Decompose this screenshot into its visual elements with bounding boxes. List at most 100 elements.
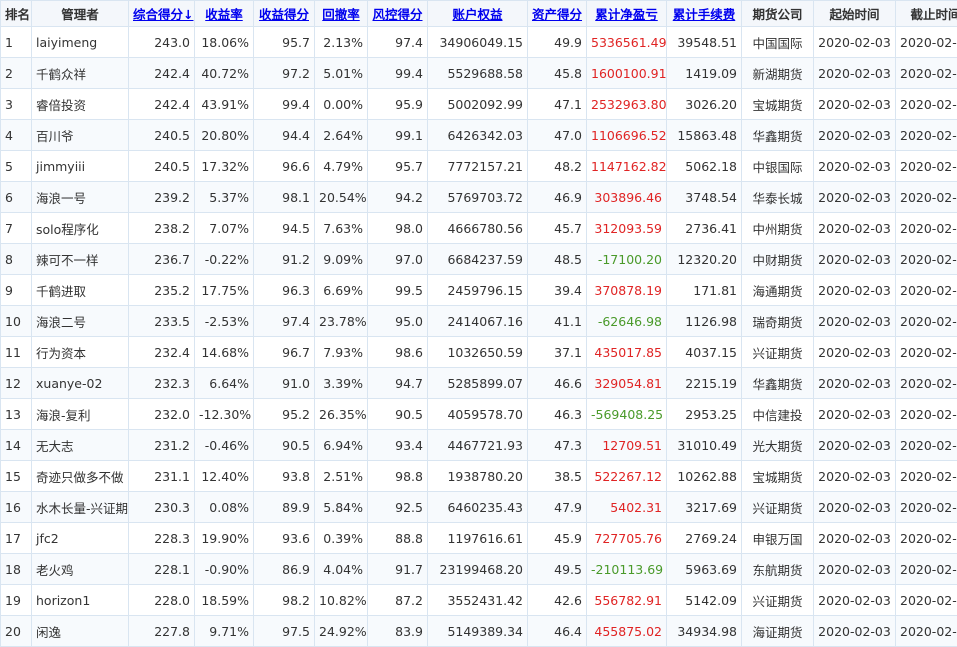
cell-manager: jfc2 (31, 522, 129, 554)
column-header-composite[interactable]: 综合得分↓ (128, 0, 195, 27)
cell-start: 2020-02-03 (813, 460, 896, 492)
cell-manager: 海浪一号 (31, 181, 129, 213)
cell-start: 2020-02-03 (813, 398, 896, 430)
cell-return-rate: -0.22% (194, 243, 254, 275)
cell-fees: 171.81 (666, 274, 742, 306)
cell-company: 兴证期货 (741, 584, 814, 616)
column-header-asset-score[interactable]: 资产得分 (527, 0, 587, 27)
cell-end: 2020-02-11 (895, 584, 957, 616)
cell-company: 中财期货 (741, 243, 814, 275)
cell-fees: 39548.51 (666, 26, 742, 58)
cell-start: 2020-02-03 (813, 429, 896, 461)
table-row: 20 闲逸 227.8 9.71% 97.5 24.92% 83.9 5149389.34 46… (0, 615, 957, 647)
cell-fees: 12320.20 (666, 243, 742, 275)
cell-equity: 7772157.21 (427, 150, 528, 182)
table-row: 9 千鹤进取 235.2 17.75% 96.3 6.69% 99.5 2459796.15 3… (0, 274, 957, 306)
cell-asset-score: 47.0 (527, 119, 587, 151)
table-row: 17 jfc2 228.3 19.90% 93.6 0.39% 88.8 1197616.61… (0, 522, 957, 554)
cell-risk-score: 99.5 (367, 274, 428, 306)
cell-net-pnl: -17100.20 (586, 243, 667, 275)
cell-equity: 1032650.59 (427, 336, 528, 368)
cell-start: 2020-02-03 (813, 336, 896, 368)
cell-drawdown: 2.51% (314, 460, 368, 492)
column-header-risk-score[interactable]: 风控得分 (367, 0, 428, 27)
cell-risk-score: 93.4 (367, 429, 428, 461)
cell-equity: 5002092.99 (427, 88, 528, 120)
cell-rank: 17 (0, 522, 32, 554)
cell-fees: 5062.18 (666, 150, 742, 182)
cell-rank: 18 (0, 553, 32, 585)
cell-risk-score: 94.7 (367, 367, 428, 399)
cell-rank: 15 (0, 460, 32, 492)
cell-net-pnl: 727705.76 (586, 522, 667, 554)
column-header-net-pnl[interactable]: 累计净盈亏 (586, 0, 667, 27)
cell-net-pnl: 435017.85 (586, 336, 667, 368)
cell-composite: 230.3 (128, 491, 195, 523)
cell-fees: 1126.98 (666, 305, 742, 337)
cell-end: 2020-02-11 (895, 522, 957, 554)
cell-fees: 31010.49 (666, 429, 742, 461)
cell-net-pnl: -62646.98 (586, 305, 667, 337)
cell-manager: 辣可不一样 (31, 243, 129, 275)
cell-end: 2020-02-11 (895, 274, 957, 306)
cell-manager: 奇迹只做多不做 (31, 460, 129, 492)
column-header-fees[interactable]: 累计手续费 (666, 0, 742, 27)
cell-rank: 7 (0, 212, 32, 244)
cell-return-score: 94.4 (253, 119, 315, 151)
cell-net-pnl: 5336561.49 (586, 26, 667, 58)
cell-fees: 10262.88 (666, 460, 742, 492)
cell-composite: 235.2 (128, 274, 195, 306)
cell-asset-score: 42.6 (527, 584, 587, 616)
cell-end: 2020-02-11 (895, 57, 957, 89)
cell-rank: 10 (0, 305, 32, 337)
cell-risk-score: 92.5 (367, 491, 428, 523)
cell-equity: 4666780.56 (427, 212, 528, 244)
cell-equity: 5769703.72 (427, 181, 528, 213)
cell-return-rate: 9.71% (194, 615, 254, 647)
cell-drawdown: 7.63% (314, 212, 368, 244)
cell-risk-score: 95.9 (367, 88, 428, 120)
cell-manager: 海浪-复利 (31, 398, 129, 430)
cell-return-score: 93.8 (253, 460, 315, 492)
cell-composite: 231.2 (128, 429, 195, 461)
cell-start: 2020-02-03 (813, 119, 896, 151)
cell-drawdown: 5.84% (314, 491, 368, 523)
table-row: 3 睿倍投资 242.4 43.91% 99.4 0.00% 95.9 5002092.99 4… (0, 88, 957, 120)
column-header-return-rate[interactable]: 收益率 (194, 0, 254, 27)
cell-return-rate: 5.37% (194, 181, 254, 213)
cell-risk-score: 97.0 (367, 243, 428, 275)
cell-composite: 243.0 (128, 26, 195, 58)
cell-rank: 2 (0, 57, 32, 89)
column-header-company: 期货公司 (741, 0, 814, 27)
cell-composite: 240.5 (128, 119, 195, 151)
column-header-equity[interactable]: 账户权益 (427, 0, 528, 27)
table-row: 18 老火鸡 228.1 -0.90% 86.9 4.04% 91.7 23199468.20… (0, 553, 957, 585)
cell-start: 2020-02-03 (813, 150, 896, 182)
cell-net-pnl: 303896.46 (586, 181, 667, 213)
cell-manager: jimmyiii (31, 150, 129, 182)
cell-return-rate: 17.32% (194, 150, 254, 182)
cell-fees: 5142.09 (666, 584, 742, 616)
cell-end: 2020-02-11 (895, 243, 957, 275)
cell-return-rate: 18.59% (194, 584, 254, 616)
table-row: 2 千鹤众祥 242.4 40.72% 97.2 5.01% 99.4 5529688.58 4… (0, 57, 957, 89)
column-header-drawdown[interactable]: 回撤率 (314, 0, 368, 27)
cell-risk-score: 98.8 (367, 460, 428, 492)
cell-risk-score: 97.4 (367, 26, 428, 58)
cell-return-score: 97.2 (253, 57, 315, 89)
cell-risk-score: 99.4 (367, 57, 428, 89)
cell-composite: 239.2 (128, 181, 195, 213)
cell-asset-score: 45.8 (527, 57, 587, 89)
table-row: 13 海浪-复利 232.0 -12.30% 95.2 26.35% 90.5 4059578… (0, 398, 957, 430)
cell-return-rate: -0.90% (194, 553, 254, 585)
table-row: 5 jimmyiii 240.5 17.32% 96.6 4.79% 95.7 7772157… (0, 150, 957, 182)
cell-equity: 6460235.43 (427, 491, 528, 523)
cell-end: 2020-02-11 (895, 491, 957, 523)
column-header-return-score[interactable]: 收益得分 (253, 0, 315, 27)
cell-net-pnl: 1106696.52 (586, 119, 667, 151)
cell-drawdown: 2.64% (314, 119, 368, 151)
cell-company: 中银国际 (741, 150, 814, 182)
cell-return-rate: 0.08% (194, 491, 254, 523)
cell-company: 华泰长城 (741, 181, 814, 213)
cell-net-pnl: -569408.25 (586, 398, 667, 430)
